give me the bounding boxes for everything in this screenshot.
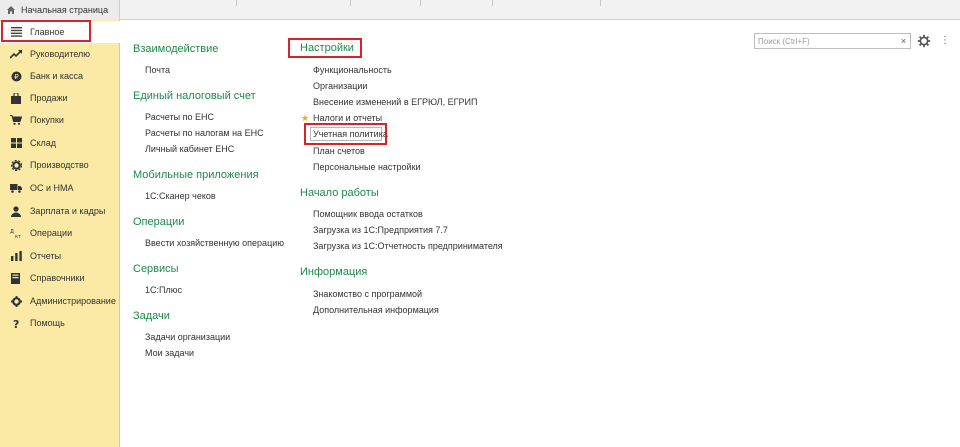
sidebar-item-label: Руководителю [30, 49, 91, 59]
sidebar-item-main[interactable]: Главное [0, 21, 120, 43]
tab-home[interactable]: Начальная страница [0, 0, 120, 20]
sidebar-item-payroll[interactable]: Зарплата и кадры [0, 200, 120, 222]
sidebar-item-label: Продажи [30, 93, 68, 103]
list-icon [10, 26, 22, 38]
sidebar-item-directories[interactable]: Справочники [0, 267, 120, 289]
sidebar-item-label: Банк и касса [30, 71, 83, 81]
sidebar-item-label: Главное [30, 27, 65, 37]
factory-icon [10, 159, 22, 171]
sidebar-item-label: Помощь [30, 318, 65, 328]
svg-text:?: ? [13, 318, 19, 329]
book-icon [10, 272, 22, 284]
sidebar-item-label: Отчеты [30, 251, 62, 261]
sidebar-item-fixed-assets[interactable]: ОС и НМА [0, 177, 120, 199]
link-ens-taxes[interactable]: Расчеты по налогам на ЕНС [145, 128, 264, 138]
sidebar-item-help[interactable]: ? Помощь [0, 312, 120, 334]
link-organizations[interactable]: Организации [313, 81, 367, 91]
section-title: Мобильные приложения [133, 169, 259, 181]
trend-icon [10, 48, 22, 60]
question-icon: ? [10, 317, 22, 329]
tab-bar: Начальная страница [0, 0, 960, 20]
sidebar-item-production[interactable]: Производство [0, 154, 120, 176]
sidebar: Главное Руководителю ₽ Банк и касса Прод… [0, 20, 120, 447]
home-icon [7, 6, 15, 14]
tab-divider [420, 0, 421, 6]
sidebar-item-administration[interactable]: Администрирование [0, 290, 120, 312]
sidebar-item-label: Покупки [30, 115, 64, 125]
link-egrul-changes[interactable]: Внесение изменений в ЕГРЮЛ, ЕГРИП [313, 97, 477, 107]
search-clear-button[interactable]: × [897, 33, 911, 49]
more-menu-icon[interactable]: ⋮ [939, 34, 951, 48]
close-icon: × [900, 36, 907, 46]
bar-chart-icon [10, 250, 22, 262]
search-input[interactable]: Поиск (Ctrl+F) [754, 33, 899, 49]
sidebar-item-label: Операции [30, 228, 73, 238]
sidebar-item-label: Производство [30, 160, 89, 170]
link-accounting-policy[interactable]: Учетная политика [313, 129, 388, 139]
sidebar-item-manager[interactable]: Руководителю [0, 43, 120, 65]
main-panel: Поиск (Ctrl+F) × ⋮ [121, 20, 960, 447]
link-import-77[interactable]: Загрузка из 1С:Предприятия 7.7 [313, 225, 448, 235]
sidebar-item-label: Зарплата и кадры [30, 206, 106, 216]
settings-gear-icon[interactable] [917, 34, 931, 48]
sidebar-item-sales[interactable]: Продажи [0, 87, 120, 109]
sidebar-item-reports[interactable]: Отчеты [0, 245, 120, 267]
sidebar-item-operations[interactable]: Дкт Операции [0, 222, 120, 244]
link-enter-operation[interactable]: Ввести хозяйственную операцию [145, 238, 284, 248]
svg-text:₽: ₽ [14, 73, 19, 81]
sidebar-item-purchases[interactable]: Покупки [0, 109, 120, 131]
link-ens-cabinet[interactable]: Личный кабинет ЕНС [145, 144, 234, 154]
warehouse-icon [10, 137, 22, 149]
svg-text:кт: кт [15, 234, 21, 238]
section-title: Информация [300, 266, 368, 278]
link-taxes-reports[interactable]: Налоги и отчеты [313, 113, 382, 123]
tab-divider [492, 0, 493, 6]
sidebar-item-warehouse[interactable]: Склад [0, 132, 120, 154]
svg-text:Д: Д [10, 229, 14, 235]
sidebar-item-label: ОС и НМА [30, 183, 74, 193]
section-title: Начало работы [300, 187, 379, 199]
section-title: Задачи [133, 310, 170, 322]
link-1c-plus[interactable]: 1С:Плюс [145, 285, 182, 295]
section-title-settings: Настройки [300, 42, 354, 54]
link-mail[interactable]: Почта [145, 65, 170, 75]
link-import-entrepreneur[interactable]: Загрузка из 1С:Отчетность предпринимател… [313, 241, 503, 251]
link-ens-settlements[interactable]: Расчеты по ЕНС [145, 112, 214, 122]
link-chart-of-accounts[interactable]: План счетов [313, 146, 365, 156]
link-personal-settings[interactable]: Персональные настройки [313, 162, 421, 172]
link-intro[interactable]: Знакомство с программой [313, 289, 422, 299]
truck-icon [10, 182, 22, 194]
sidebar-item-label: Администрирование [30, 296, 116, 306]
section-title: Сервисы [133, 263, 179, 275]
gear-icon [10, 295, 22, 307]
sidebar-item-label: Склад [30, 138, 57, 148]
section-title: Операции [133, 216, 185, 228]
bag-icon [10, 92, 22, 104]
search-placeholder: Поиск (Ctrl+F) [758, 36, 810, 46]
link-opening-balances[interactable]: Помощник ввода остатков [313, 209, 423, 219]
coin-icon: ₽ [10, 70, 22, 82]
tab-home-label: Начальная страница [21, 5, 109, 15]
person-icon [10, 205, 22, 217]
operations-icon: Дкт [10, 227, 22, 239]
link-additional-info[interactable]: Дополнительная информация [313, 305, 439, 315]
link-receipt-scanner[interactable]: 1С:Сканер чеков [145, 191, 216, 201]
sidebar-item-bank[interactable]: ₽ Банк и касса [0, 65, 120, 87]
link-org-tasks[interactable]: Задачи организации [145, 332, 230, 342]
tab-divider [236, 0, 237, 6]
section-title: Единый налоговый счет [133, 90, 256, 102]
section-title: Взаимодействие [133, 43, 219, 55]
link-my-tasks[interactable]: Мои задачи [145, 348, 194, 358]
link-functionality[interactable]: Функциональность [313, 65, 392, 75]
tab-divider [600, 0, 601, 6]
cart-icon [10, 114, 22, 126]
sidebar-item-label: Справочники [30, 273, 85, 283]
star-icon[interactable]: ★ [301, 113, 309, 124]
tab-divider [350, 0, 351, 6]
